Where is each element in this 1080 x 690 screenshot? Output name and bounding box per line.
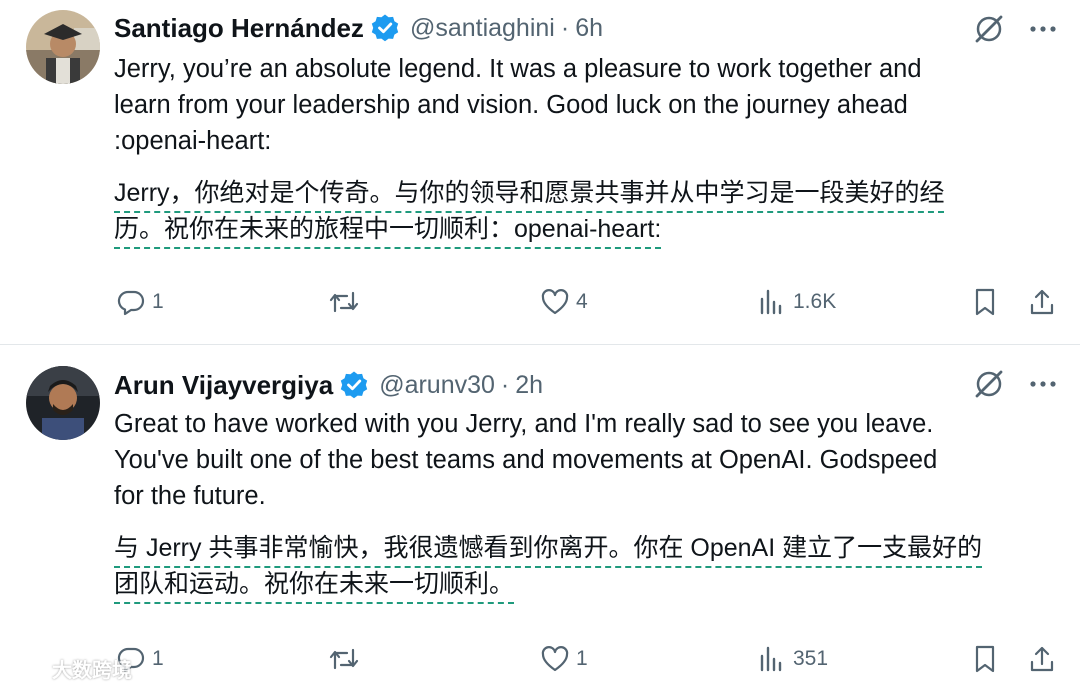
share-icon [1030, 289, 1054, 315]
heart-icon [541, 646, 569, 672]
author-handle[interactable]: @arunv30 [379, 371, 495, 400]
tweet-header: Santiago Hernández @santiaghini · 6h [114, 8, 603, 48]
separator: · [500, 370, 510, 399]
bookmark-button[interactable] [970, 639, 1000, 679]
like-button[interactable]: 4 [540, 282, 588, 322]
views-button[interactable]: 351 [757, 639, 828, 679]
grok-slash-icon[interactable] [972, 12, 1006, 51]
views-count: 351 [793, 647, 829, 670]
translation-line: 团队和运动。祝你在未来一切顺利。 [114, 570, 515, 598]
tweet-header: Arun Vijayvergiya @arunv30 · 2h [114, 365, 543, 405]
translation-text: 与 Jerry 共事非常愉快，我很遗憾看到你离开。你在 OpenAI 建立了一支… [114, 530, 1064, 602]
timestamp[interactable]: 6h [575, 14, 603, 43]
translation-line: 历。祝你在未来的旅程中一切顺利：openai-heart: [114, 215, 662, 243]
grok-slash-icon[interactable] [972, 367, 1006, 406]
tweet-card[interactable]: Santiago Hernández @santiaghini · 6h Jer… [0, 0, 1080, 345]
tweet-text-line: Jerry, you’re an absolute legend. It was… [114, 55, 922, 83]
heart-icon [541, 289, 569, 315]
retweet-icon [329, 291, 359, 313]
verified-badge-icon [339, 370, 369, 400]
avatar[interactable] [26, 366, 100, 440]
retweet-icon [329, 648, 359, 670]
bookmark-icon [975, 288, 995, 316]
tweet-top-actions [972, 367, 1058, 406]
retweet-button[interactable] [327, 639, 361, 679]
reply-icon [117, 290, 145, 316]
views-button[interactable]: 1.6K [757, 282, 836, 322]
like-count: 4 [576, 290, 588, 313]
separator: · [560, 13, 570, 42]
share-icon [1030, 646, 1054, 672]
translation-line: Jerry，你绝对是个传奇。与你的领导和愿景共事并从中学习是一段美好的经 [114, 179, 945, 207]
tweet-text: Great to have worked with you Jerry, and… [114, 406, 1054, 514]
bookmark-button[interactable] [970, 282, 1000, 322]
share-button[interactable] [1027, 639, 1057, 679]
watermark: 大数跨境 [8, 652, 132, 684]
translation-text: Jerry，你绝对是个传奇。与你的领导和愿景共事并从中学习是一段美好的经 历。祝… [114, 175, 1064, 247]
timestamp[interactable]: 2h [515, 371, 543, 400]
reply-button[interactable]: 1 [116, 282, 164, 322]
translation-line: 与 Jerry 共事非常愉快，我很遗憾看到你离开。你在 OpenAI 建立了一支… [114, 534, 983, 562]
views-count: 1.6K [793, 290, 837, 313]
like-count: 1 [576, 647, 588, 670]
tweet-top-actions [972, 12, 1058, 51]
author-name[interactable]: Santiago Hernández [114, 13, 364, 44]
like-button[interactable]: 1 [540, 639, 588, 679]
more-dots-icon[interactable] [1028, 369, 1058, 404]
tweet-text-line: :openai-heart: [114, 127, 272, 155]
tweet-actions: 1 4 1.6K [114, 282, 1064, 322]
author-name[interactable]: Arun Vijayvergiya [114, 370, 333, 401]
tweet-text-line: learn from your leadership and vision. G… [114, 91, 908, 119]
verified-badge-icon [370, 13, 400, 43]
share-button[interactable] [1027, 282, 1057, 322]
tweet-text-line: You've built one of the best teams and m… [114, 446, 938, 474]
tweet-text-line: Great to have worked with you Jerry, and… [114, 410, 934, 438]
views-bar-icon [760, 646, 782, 672]
tweet-text-line: for the future. [114, 482, 266, 510]
watermark-logo-icon [8, 652, 48, 684]
avatar[interactable] [26, 10, 100, 84]
tweet-actions: 1 1 351 [114, 639, 1064, 679]
views-bar-icon [760, 289, 782, 315]
reply-count: 1 [152, 647, 164, 670]
retweet-button[interactable] [327, 282, 361, 322]
more-dots-icon[interactable] [1028, 14, 1058, 49]
watermark-text: 大数跨境 [52, 659, 132, 682]
tweet-card[interactable]: Arun Vijayvergiya @arunv30 · 2h Great to… [0, 345, 1080, 690]
tweet-text: Jerry, you’re an absolute legend. It was… [114, 51, 1054, 159]
bookmark-icon [975, 645, 995, 673]
reply-count: 1 [152, 290, 164, 313]
author-handle[interactable]: @santiaghini [410, 14, 555, 43]
